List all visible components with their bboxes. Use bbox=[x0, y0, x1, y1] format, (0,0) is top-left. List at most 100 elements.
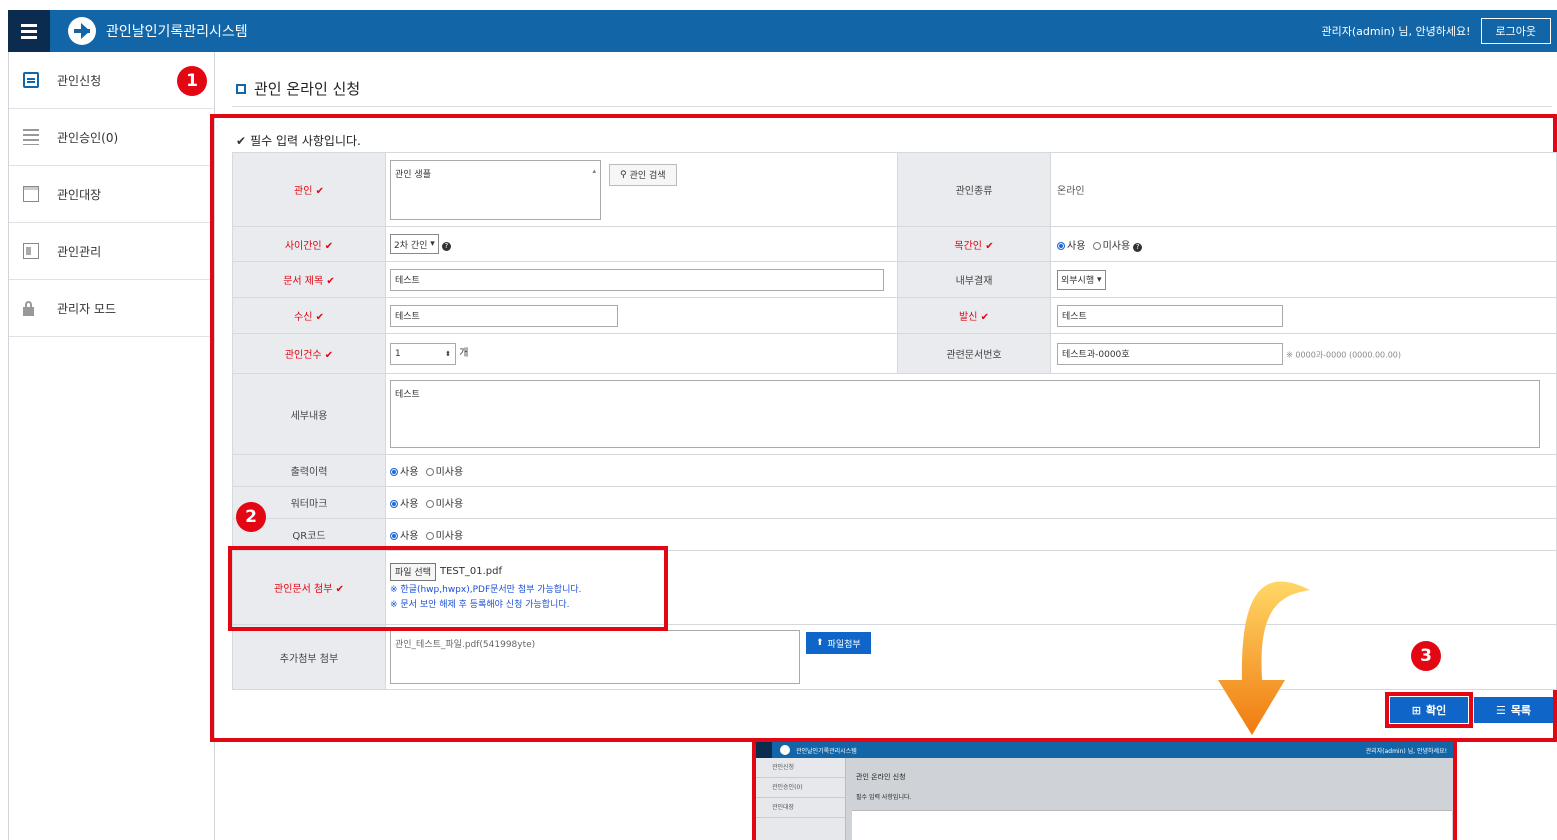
half-seal-use-radio[interactable] bbox=[1057, 241, 1065, 250]
sidebar-item-label: 관인관리 bbox=[57, 244, 102, 259]
watermark-nouse-radio[interactable] bbox=[425, 500, 434, 508]
table-row: 관인건수 ✔ 1 ⬍ 개 관련문서번호 테스트과-0000호 ※ 0000과-00… bbox=[232, 333, 1557, 374]
print-history-cell: 사용 미사용 bbox=[385, 454, 1557, 487]
qrcode-use-radio[interactable] bbox=[390, 532, 398, 540]
internal-approval-cell: 외부시행 ▾ bbox=[1050, 261, 1557, 298]
logout-button[interactable]: 로그아웃 bbox=[1480, 18, 1551, 44]
extra-attach-button[interactable]: ⬆ 파일첨부 bbox=[806, 632, 871, 654]
seal-search-button[interactable]: ⚲ 관인 검색 bbox=[609, 163, 677, 186]
middle-seal-label: 사이간인 ✔ bbox=[232, 226, 386, 262]
thumbnail-sidebar: 관인신청 관인승인(0) 관인대장 bbox=[756, 758, 846, 840]
related-doc-cell: 테스트과-0000호 ※ 0000과-0000 (0000.00.00) bbox=[1050, 333, 1557, 374]
sender-label: 발신 ✔ bbox=[897, 297, 1051, 334]
doc-title-cell: 테스트 bbox=[385, 261, 898, 298]
app-title: 관인날인기록관리시스템 bbox=[106, 24, 248, 40]
seal-label: 관인 ✔ bbox=[232, 152, 386, 227]
doc-title-input[interactable]: 테스트 bbox=[390, 268, 884, 291]
seal-type-label: 관인종류 bbox=[897, 152, 1051, 227]
half-seal-cell: 사용 미사용? bbox=[1050, 226, 1557, 262]
receiver-cell: 테스트 bbox=[385, 297, 898, 334]
list-button[interactable]: ☰ 목록 bbox=[1474, 697, 1553, 723]
help-icon[interactable]: ? bbox=[1133, 242, 1143, 252]
sidebar-item-admin-mode[interactable]: 관리자 모드 bbox=[9, 280, 214, 337]
extra-attach-label: 추가첨부 첨부 bbox=[232, 624, 386, 690]
welcome-text: 관리자(admin) 님, 안녕하세요! bbox=[1321, 25, 1471, 38]
page-title: 관인 온라인 신청 bbox=[236, 78, 360, 99]
table-row: 문서 제목 ✔ 테스트 내부결재 외부시행 ▾ bbox=[232, 261, 1557, 298]
seal-type-value: 온라인 bbox=[1050, 152, 1557, 227]
half-seal-nouse-radio[interactable] bbox=[1092, 241, 1101, 250]
lock-icon bbox=[23, 300, 34, 316]
seal-count-stepper[interactable]: 1 ⬍ bbox=[390, 342, 456, 365]
internal-approval-label: 내부결재 bbox=[897, 261, 1051, 298]
watermark-cell: 사용 미사용 bbox=[385, 486, 1557, 519]
id-card-icon bbox=[23, 243, 39, 259]
seal-count-cell: 1 ⬍ 개 bbox=[385, 333, 898, 374]
middle-seal-cell: 2차 간인 ▾? bbox=[385, 226, 898, 262]
sidebar-item-seal-ledger[interactable]: 관인대장 bbox=[9, 166, 214, 223]
sidebar-item-seal-management[interactable]: 관인관리 bbox=[9, 223, 214, 280]
seal-count-unit: 개 bbox=[459, 347, 469, 359]
table-row: 워터마크 사용 미사용 bbox=[232, 486, 1557, 519]
detail-cell: 테스트 bbox=[385, 373, 1557, 455]
print-history-use-radio[interactable] bbox=[390, 468, 398, 476]
related-doc-hint: ※ 0000과-0000 (0000.00.00) bbox=[1286, 350, 1401, 359]
thumbnail-logo-icon bbox=[780, 745, 790, 755]
detail-textarea[interactable]: 테스트 bbox=[390, 380, 1540, 448]
step-badge-3: 3 bbox=[1411, 641, 1441, 671]
table-row: 세부내용 테스트 bbox=[232, 373, 1557, 455]
sender-input[interactable]: 테스트 bbox=[1057, 304, 1283, 327]
square-icon bbox=[236, 83, 246, 94]
stepper-arrows-icon[interactable]: ⬍ bbox=[445, 350, 451, 358]
sidebar-item-seal-approval[interactable]: 관인승인(0) bbox=[9, 109, 214, 166]
detail-label: 세부내용 bbox=[232, 373, 386, 455]
extra-attach-cell: 관인_테스트_파일.pdf(541998yte) ⬆ 파일첨부 bbox=[385, 624, 1557, 690]
sidebar-item-label: 관인승인(0) bbox=[57, 130, 119, 145]
result-thumbnail: 관인날인기록관리시스템 관리자(admin) 님, 안녕하세요! 관인신청 관인… bbox=[752, 738, 1457, 840]
related-doc-input[interactable]: 테스트과-0000호 bbox=[1057, 342, 1283, 365]
seal-count-label: 관인건수 ✔ bbox=[232, 333, 386, 374]
menu-toggle-icon[interactable] bbox=[8, 10, 50, 52]
confirm-highlight-box bbox=[1385, 692, 1473, 728]
qrcode-nouse-radio[interactable] bbox=[425, 532, 434, 540]
table-row: 관인 ✔ 관인 생플 ▴ ⚲ 관인 검색 관인종류 온라인 bbox=[232, 152, 1557, 227]
step-badge-1: 1 bbox=[177, 66, 207, 96]
print-history-label: 출력이력 bbox=[232, 454, 386, 487]
required-note: ✔ 필수 입력 사항입니다. bbox=[236, 134, 361, 148]
watermark-use-radio[interactable] bbox=[390, 500, 398, 508]
related-doc-label: 관련문서번호 bbox=[897, 333, 1051, 374]
scroll-arrows-icon: ▴ bbox=[592, 166, 596, 175]
attach-highlight-box bbox=[228, 546, 668, 631]
seal-cell: 관인 생플 ▴ ⚲ 관인 검색 bbox=[385, 152, 898, 227]
sidebar-item-label: 관인신청 bbox=[57, 73, 102, 88]
help-icon[interactable]: ? bbox=[441, 241, 451, 251]
extra-attach-list[interactable]: 관인_테스트_파일.pdf(541998yte) bbox=[390, 630, 800, 684]
step-badge-2: 2 bbox=[236, 502, 266, 532]
receiver-label: 수신 ✔ bbox=[232, 297, 386, 334]
table-row: 추가첨부 첨부 관인_테스트_파일.pdf(541998yte) ⬆ 파일첨부 bbox=[232, 624, 1557, 690]
thumbnail-form-row bbox=[852, 810, 1452, 840]
check-icon: ✔ bbox=[236, 134, 247, 148]
list-icon bbox=[23, 129, 39, 145]
doc-title-label: 문서 제목 ✔ bbox=[232, 261, 386, 298]
app-logo-icon bbox=[68, 17, 96, 45]
sender-cell: 테스트 bbox=[1050, 297, 1557, 334]
middle-seal-select[interactable]: 2차 간인 ▾ bbox=[390, 234, 439, 254]
table-row: 사이간인 ✔ 2차 간인 ▾? 목간인 ✔ 사용 미사용? bbox=[232, 226, 1557, 262]
upload-icon: ⬆ bbox=[816, 638, 824, 648]
curved-arrow-icon bbox=[1218, 581, 1310, 735]
document-icon bbox=[23, 72, 39, 88]
table-row: 출력이력 사용 미사용 bbox=[232, 454, 1557, 487]
seal-textarea[interactable]: 관인 생플 ▴ bbox=[390, 159, 601, 220]
list-icon: ☰ bbox=[1495, 703, 1506, 717]
internal-approval-select[interactable]: 외부시행 ▾ bbox=[1057, 269, 1106, 290]
top-header: 관인날인기록관리시스템 관리자(admin) 님, 안녕하세요! 로그아웃 bbox=[8, 10, 1557, 52]
thumbnail-main: 관인 온라인 신청 필수 입력 사항입니다. bbox=[856, 773, 912, 801]
receiver-input[interactable]: 테스트 bbox=[390, 304, 618, 327]
title-divider bbox=[232, 106, 1552, 107]
half-seal-label: 목간인 ✔ bbox=[897, 226, 1051, 262]
print-history-nouse-radio[interactable] bbox=[425, 468, 434, 476]
search-icon: ⚲ bbox=[620, 169, 627, 180]
thumbnail-header: 관인날인기록관리시스템 관리자(admin) 님, 안녕하세요! bbox=[756, 742, 1453, 758]
thumbnail-menu-icon bbox=[756, 742, 772, 758]
